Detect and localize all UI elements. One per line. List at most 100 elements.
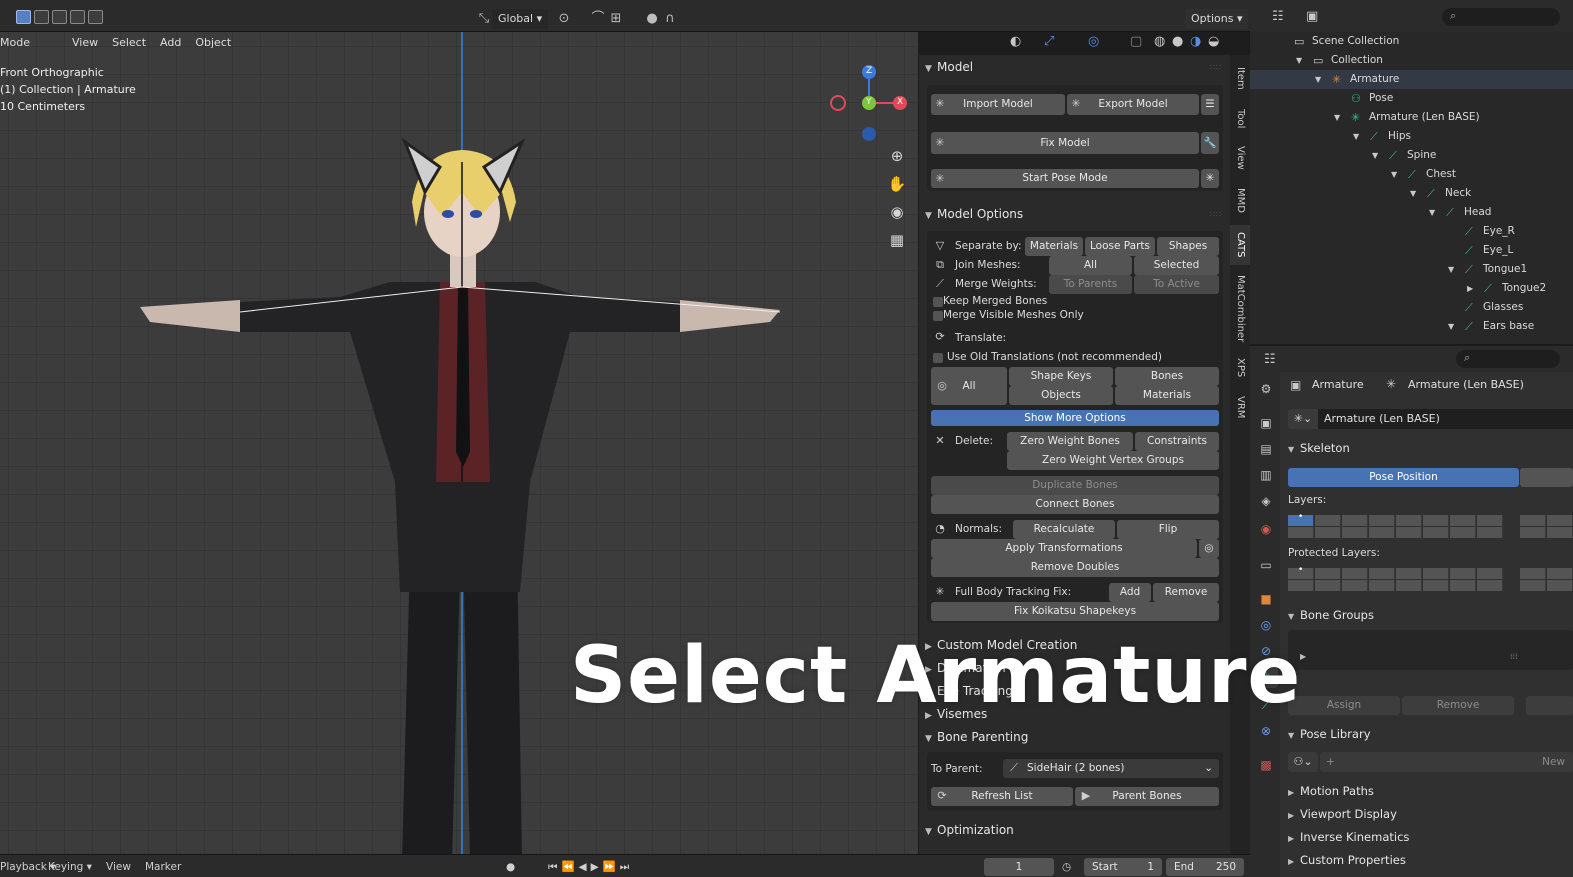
- menu-select[interactable]: Select: [112, 32, 146, 54]
- layer-cell[interactable]: •: [1288, 565, 1314, 579]
- outliner-row[interactable]: ▼ ⟋ Hips: [1250, 127, 1573, 146]
- collapse-arrow-icon[interactable]: ▼: [1410, 184, 1416, 203]
- drag-handle[interactable]: ∷∷: [1210, 63, 1222, 72]
- collapse-arrow-icon[interactable]: ▼: [1391, 165, 1397, 184]
- model-menu-button[interactable]: ☰: [1201, 94, 1219, 115]
- outliner-row[interactable]: ▼ ✳ Armature: [1250, 70, 1573, 89]
- current-frame-field[interactable]: 1: [984, 858, 1054, 876]
- layer-cell[interactable]: [1342, 580, 1368, 591]
- outliner-row[interactable]: ▼ ⟋ Head: [1250, 203, 1573, 222]
- tab-cats[interactable]: CATS: [1230, 225, 1250, 265]
- import-model-button[interactable]: Import Model: [931, 94, 1065, 115]
- outliner-row[interactable]: ▼ ⟋ Chest: [1250, 165, 1573, 184]
- select-intersect-icon[interactable]: [88, 10, 103, 24]
- collection-tab-icon[interactable]: ▭: [1254, 554, 1278, 576]
- section-bone-groups[interactable]: ▼ Bone Groups: [1288, 605, 1374, 625]
- zoom-icon[interactable]: ⊕: [886, 145, 908, 167]
- layer-cell[interactable]: [1315, 568, 1341, 579]
- layer-cell[interactable]: •: [1288, 512, 1314, 526]
- translate-shape-keys-button[interactable]: Shape Keys: [1009, 367, 1113, 386]
- start-pose-mode-button[interactable]: Start Pose Mode: [931, 169, 1199, 188]
- rest-position-button[interactable]: [1520, 468, 1573, 487]
- section-skeleton[interactable]: ▼ Skeleton: [1288, 438, 1350, 458]
- outliner-row[interactable]: ▶ ⟋ Tongue2: [1250, 279, 1573, 298]
- scene-tab-icon[interactable]: ◈: [1254, 490, 1278, 512]
- export-model-button[interactable]: Export Model: [1067, 94, 1199, 115]
- layer-cell[interactable]: [1547, 580, 1573, 591]
- layer-cell[interactable]: [1477, 527, 1503, 538]
- display-mode-icon[interactable]: ▣: [1306, 9, 1318, 24]
- rendered-shading-icon[interactable]: ◒: [1208, 34, 1219, 49]
- outliner-row[interactable]: ⚇ Pose: [1250, 89, 1573, 108]
- outliner-row[interactable]: ⟋ Glasses: [1250, 298, 1573, 317]
- layer-cell[interactable]: [1423, 527, 1449, 538]
- layer-cell[interactable]: [1288, 527, 1314, 538]
- outliner-row[interactable]: ⟋ Eye_R: [1250, 222, 1573, 241]
- zero-weight-bones-button[interactable]: Zero Weight Bones: [1007, 432, 1133, 451]
- layer-cell[interactable]: [1547, 527, 1573, 538]
- layer-cell[interactable]: [1423, 515, 1449, 526]
- layer-cell[interactable]: [1342, 568, 1368, 579]
- wireframe-shading-icon[interactable]: ◍: [1154, 34, 1165, 49]
- layer-cell[interactable]: [1477, 515, 1503, 526]
- separate-loose-parts-button[interactable]: Loose Parts: [1085, 237, 1155, 256]
- select-subtract-icon[interactable]: [52, 10, 67, 24]
- collapse-arrow-icon[interactable]: ▼: [1372, 146, 1378, 165]
- falloff-icon[interactable]: ∩: [662, 11, 678, 27]
- parent-bones-button[interactable]: Parent Bones: [1075, 787, 1219, 806]
- layer-cell[interactable]: [1477, 580, 1503, 591]
- layer-cell[interactable]: [1520, 515, 1546, 526]
- layer-cell[interactable]: [1547, 568, 1573, 579]
- select-button[interactable]: [1526, 696, 1573, 715]
- bone-layers-grid[interactable]: •: [1288, 512, 1573, 539]
- collapse-arrow-icon[interactable]: ▼: [1296, 51, 1302, 70]
- apply-transform-options-button[interactable]: ◎: [1199, 539, 1219, 558]
- transform-orientation-dropdown[interactable]: Global ▾: [492, 9, 549, 29]
- pose-position-button[interactable]: Pose Position: [1288, 468, 1519, 487]
- use-old-translations-checkbox[interactable]: [933, 353, 943, 363]
- fix-settings-button[interactable]: 🔧: [1201, 132, 1219, 154]
- snap-icon[interactable]: ⌒: [590, 11, 606, 27]
- remove-button[interactable]: Remove: [1402, 696, 1514, 715]
- separate-shapes-button[interactable]: Shapes: [1157, 237, 1219, 256]
- gizmo-toggle-icon[interactable]: ⤢: [1044, 34, 1054, 49]
- section-model[interactable]: ▼ Model: [925, 57, 973, 77]
- view-layer-tab-icon[interactable]: ▥: [1254, 464, 1278, 486]
- pose-extra-button[interactable]: ✳: [1201, 169, 1219, 188]
- select-mode-group[interactable]: [16, 10, 103, 24]
- menu-view[interactable]: View: [72, 32, 98, 54]
- tool-tab-icon[interactable]: ⚙: [1254, 378, 1278, 400]
- tab-mmd[interactable]: MMD: [1230, 183, 1250, 217]
- menu-keying[interactable]: Keying ▾: [48, 859, 92, 875]
- 3d-viewport[interactable]: Mode View Select Add Object Front Orthog…: [0, 32, 918, 854]
- fix-koikatsu-button[interactable]: Fix Koikatsu Shapekeys: [931, 602, 1219, 621]
- solid-shading-icon[interactable]: ●: [1172, 34, 1183, 49]
- section-viewport-display[interactable]: ▶ Viewport Display: [1288, 804, 1397, 824]
- menu-object[interactable]: Object: [195, 32, 231, 54]
- outliner-row[interactable]: ▼ ⟋ Tongue1: [1250, 260, 1573, 279]
- transform-orientation-icon[interactable]: ⤡: [476, 11, 492, 27]
- layer-cell[interactable]: [1450, 527, 1476, 538]
- fbt-remove-button[interactable]: Remove: [1153, 583, 1219, 602]
- collapse-arrow-icon[interactable]: ▼: [1315, 70, 1321, 89]
- editor-type-icon[interactable]: ☷: [1272, 9, 1284, 24]
- overlay-toggle-icon[interactable]: ◎: [1088, 34, 1099, 49]
- apply-transformations-button[interactable]: Apply Transformations: [931, 539, 1197, 558]
- layer-cell[interactable]: [1423, 568, 1449, 579]
- expand-arrow-icon[interactable]: ▶: [1467, 279, 1473, 298]
- layer-cell[interactable]: [1520, 527, 1546, 538]
- fbt-add-button[interactable]: Add: [1109, 583, 1151, 602]
- outliner-row[interactable]: ▼ ▭ Collection: [1250, 51, 1573, 70]
- collapse-arrow-icon[interactable]: ▼: [1334, 108, 1340, 127]
- layer-cell[interactable]: [1369, 527, 1395, 538]
- layer-cell[interactable]: [1369, 568, 1395, 579]
- tab-xps[interactable]: XPS: [1230, 353, 1250, 383]
- translate-materials-button[interactable]: Materials: [1115, 386, 1219, 405]
- layer-cell[interactable]: [1520, 568, 1546, 579]
- layer-cell[interactable]: [1396, 515, 1422, 526]
- section-pose-library[interactable]: ▼ Pose Library: [1288, 724, 1371, 744]
- layer-cell[interactable]: [1450, 515, 1476, 526]
- menu-marker[interactable]: Marker: [145, 859, 181, 875]
- layer-cell[interactable]: [1288, 580, 1314, 591]
- record-icon[interactable]: ●: [506, 859, 515, 875]
